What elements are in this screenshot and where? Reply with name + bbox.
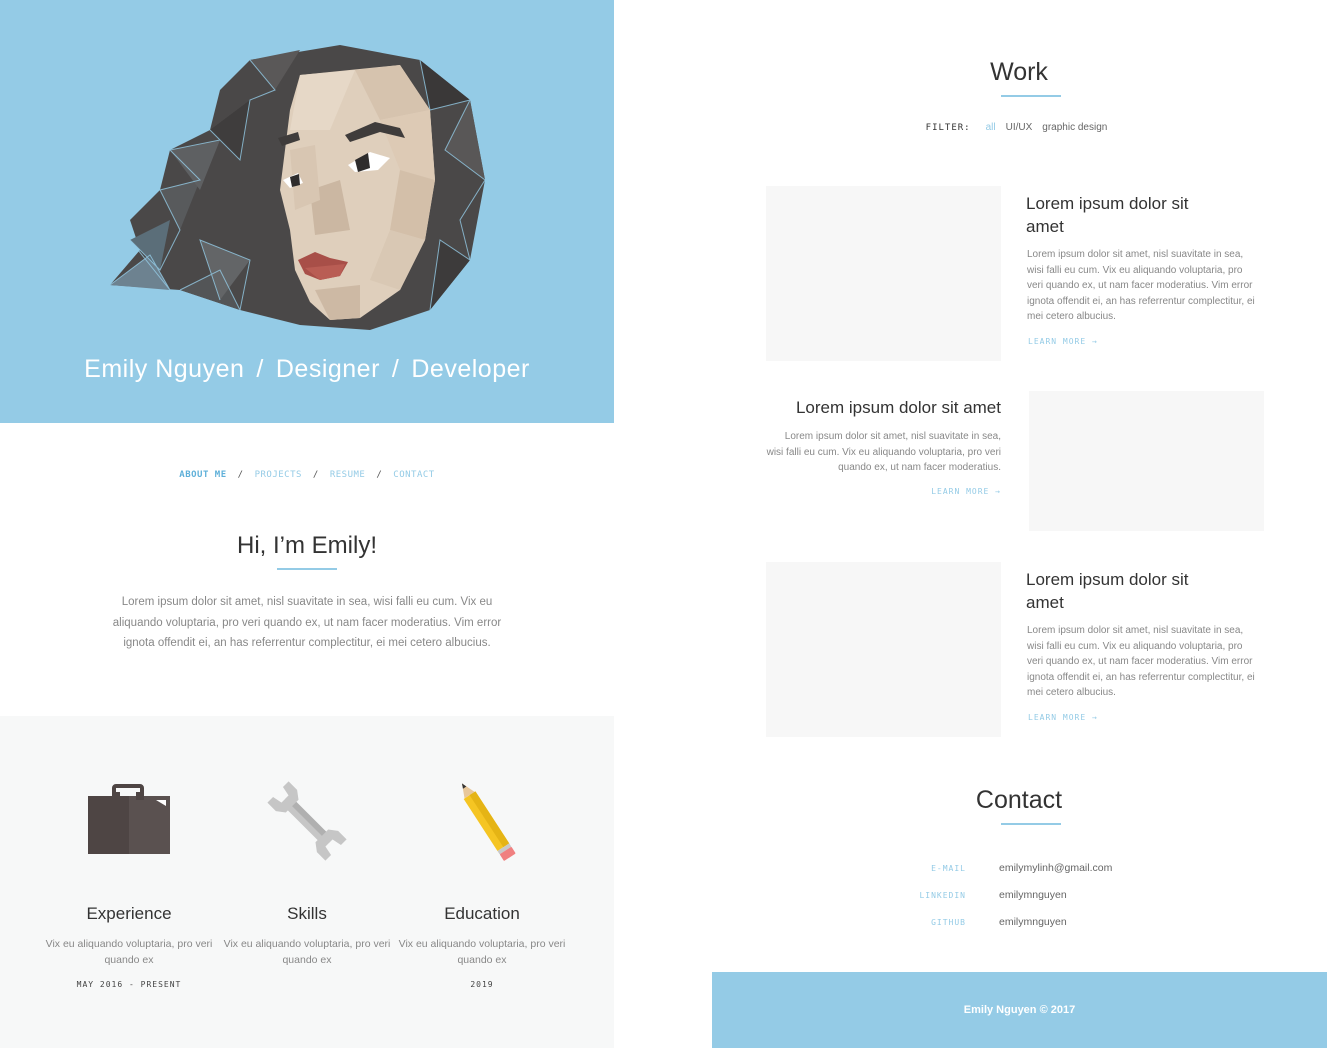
portrait-illustration [109, 45, 486, 330]
hero-separator: / [391, 355, 400, 383]
nav-separator: / [312, 470, 319, 480]
project-title: Lorem ipsum dolor sit amet [1026, 194, 1189, 236]
project-text: Lorem ipsum dolor sit amet, nisl suavita… [1027, 249, 1255, 322]
wrench-icon [267, 781, 347, 861]
nav-item-about-me[interactable]: ABOUT ME [179, 470, 226, 480]
hero-banner: Emily Nguyen / Designer / Developer [0, 0, 614, 423]
pencil-icon [461, 783, 516, 861]
filter-all[interactable]: all [986, 122, 996, 133]
skills-panel: Experience Vix eu aliquando voluptaria, … [0, 716, 614, 1048]
nav-separator: / [376, 470, 383, 480]
contact-row-email: E-MAIL emilymylinh@gmail.com [870, 862, 1170, 874]
project-title: Lorem ipsum dolor sit amet [795, 398, 1001, 417]
filter-label: FILTER: [925, 123, 971, 133]
contact-key: E-MAIL [931, 864, 966, 873]
footer: Emily Nguyen © 2017 [712, 972, 1327, 1048]
contact-row-linkedin: LINKEDIN emilymnguyen [870, 889, 1170, 901]
contact-linkedin-link[interactable]: emilymnguyen [999, 889, 1067, 901]
project-text: Lorem ipsum dolor sit amet, nisl suavita… [766, 431, 1001, 473]
skill-desc: Vix eu aliquando voluptaria, pro veri qu… [398, 938, 566, 966]
hero-separator: / [256, 355, 264, 383]
project-thumbnail[interactable] [766, 186, 1001, 361]
learn-more-link[interactable]: LEARN MORE → [1028, 337, 1098, 346]
contact-title: Contact [975, 786, 1063, 814]
footer-copyright: Emily Nguyen © 2017 [963, 1004, 1076, 1016]
project-thumbnail[interactable] [1029, 391, 1264, 531]
skill-date: MAY 2016 - PRESENT [76, 980, 182, 989]
work-title-underline [1001, 95, 1061, 97]
briefcase-icon [88, 784, 170, 854]
contact-key: GITHUB [931, 918, 966, 927]
work-filter: FILTER: all UI/UX graphic design [712, 122, 1326, 133]
work-title: Work [990, 58, 1048, 86]
skill-title: Skills [287, 904, 327, 923]
nav-item-resume[interactable]: RESUME [330, 470, 366, 480]
nav-separator: / [237, 470, 244, 480]
skill-date: 2019 [470, 980, 494, 989]
project-text: Lorem ipsum dolor sit amet, nisl suavita… [1027, 625, 1255, 698]
contact-github-link[interactable]: emilymnguyen [999, 916, 1067, 928]
about-text: Lorem ipsum dolor sit amet, nisl suavita… [112, 596, 502, 649]
contact-row-github: GITHUB emilymnguyen [870, 916, 1170, 928]
learn-more-link[interactable]: LEARN MORE → [1028, 713, 1098, 722]
about-title-underline [277, 568, 337, 570]
contact-title-underline [1001, 823, 1061, 825]
learn-more-link[interactable]: LEARN MORE → [766, 487, 1001, 496]
project-title: Lorem ipsum dolor sit amet [1026, 570, 1189, 612]
skill-title: Experience [86, 904, 172, 923]
about-title: Hi, I’m Emily! [237, 532, 377, 559]
hero-title: Emily Nguyen / Designer / Developer [0, 355, 614, 384]
hero-role-designer: Designer [275, 355, 380, 383]
skill-desc: Vix eu aliquando voluptaria, pro veri qu… [45, 938, 213, 966]
filter-ui-ux[interactable]: UI/UX [1006, 122, 1033, 133]
nav-item-projects[interactable]: PROJECTS [255, 470, 302, 480]
project-thumbnail[interactable] [766, 562, 1001, 737]
contact-key: LINKEDIN [919, 891, 966, 900]
skill-title: Education [444, 904, 520, 923]
filter-graphic-design[interactable]: graphic design [1042, 122, 1107, 133]
contact-email-link[interactable]: emilymylinh@gmail.com [999, 862, 1112, 874]
hero-name: Emily Nguyen [84, 355, 245, 383]
nav-item-contact[interactable]: CONTACT [393, 470, 434, 480]
main-nav: ABOUT ME / PROJECTS / RESUME / CONTACT [0, 470, 614, 480]
hero-role-developer: Developer [411, 355, 530, 383]
skill-desc: Vix eu aliquando voluptaria, pro veri qu… [223, 938, 391, 966]
